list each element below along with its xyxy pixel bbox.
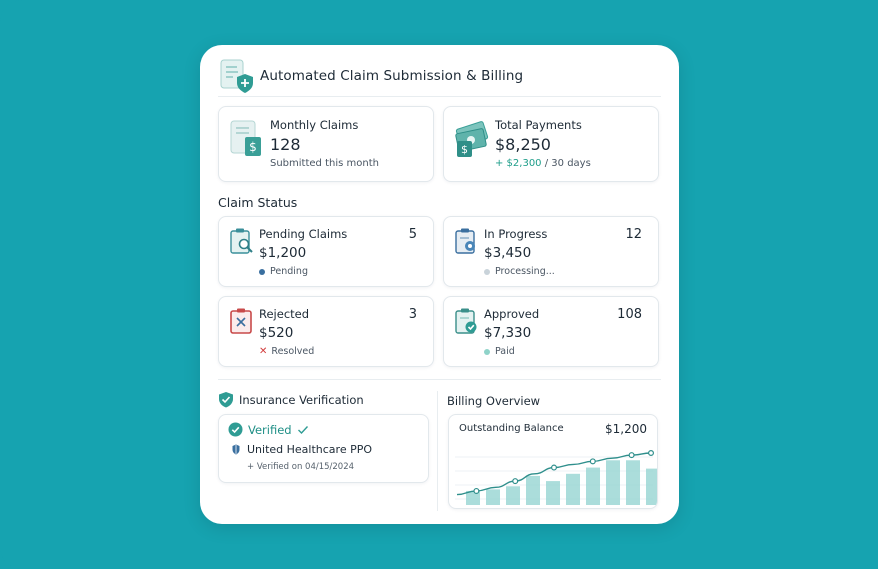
insurance-verification-title: Insurance Verification (218, 391, 364, 408)
status-count: 108 (617, 307, 642, 322)
chart-bar (486, 489, 500, 505)
billing-chart (455, 449, 657, 505)
clipboard-x-icon (230, 308, 252, 334)
document-dollar-icon: $ (230, 120, 261, 156)
page-title: Automated Claim Submission & Billing (260, 67, 524, 84)
approved-card[interactable]: Approved 108 $7,330 Paid (443, 296, 659, 367)
shield-icon (232, 444, 240, 455)
status-amount: $7,330 (484, 325, 532, 341)
plan-name: United Healthcare PPO (247, 443, 373, 456)
billing-overview-title: Billing Overview (447, 394, 541, 408)
chart-bar (626, 460, 640, 505)
status-dot (484, 348, 490, 355)
status-badge: Pending (259, 266, 308, 277)
metric-value: $8,250 (495, 135, 551, 154)
payment-increase: + $2,300 (495, 158, 542, 169)
status-amount: $520 (259, 325, 294, 341)
insurance-plan: United Healthcare PPO (232, 443, 372, 456)
chart-bar (546, 481, 560, 505)
chart-bar (506, 486, 520, 505)
card-header: Automated Claim Submission & Billing (218, 55, 661, 97)
metric-label: Monthly Claims (270, 118, 359, 132)
chart-point (589, 458, 596, 465)
status-badge: Paid (484, 346, 515, 357)
status-text: Resolved (271, 346, 315, 357)
status-label: Approved (484, 307, 540, 321)
claim-status-title: Claim Status (218, 195, 298, 210)
chart-point (550, 464, 557, 471)
total-payments-card[interactable]: $ Total Payments $8,250 + $2,300 / 30 da… (443, 106, 659, 182)
status-amount: $1,200 (259, 245, 307, 261)
status-label: Pending Claims (259, 227, 348, 241)
chart-bar (526, 475, 540, 505)
chart-bar (566, 473, 580, 505)
chart-point (473, 487, 480, 494)
clipboard-check-icon (455, 308, 477, 334)
status-dot (484, 268, 490, 275)
svg-text:$: $ (249, 140, 257, 154)
pending-claims-card[interactable]: Pending Claims 5 $1,200 Pending (218, 216, 434, 287)
status-dot (259, 268, 265, 275)
outstanding-balance-label: Outstanding Balance (459, 423, 564, 434)
status-text: Processing... (495, 266, 555, 277)
in-progress-card[interactable]: In Progress 12 $3,450 Processing... (443, 216, 659, 287)
status-badge: ✕ Resolved (259, 346, 314, 357)
status-badge: Processing... (484, 266, 555, 277)
outstanding-balance-value: $1,200 (605, 422, 647, 436)
status-count: 3 (408, 307, 417, 322)
billing-overview-box[interactable]: Outstanding Balance $1,200 (448, 414, 658, 509)
status-label: In Progress (484, 227, 548, 241)
chart-point (648, 449, 655, 457)
insurance-title-text: Insurance Verification (239, 392, 364, 407)
verified-label: Verified (248, 422, 292, 437)
chart-point (512, 478, 519, 485)
chart-bar (586, 467, 600, 505)
metric-value: 128 (270, 135, 301, 154)
chart-point (628, 452, 635, 459)
status-count: 12 (625, 227, 642, 242)
metric-label: Total Payments (495, 118, 582, 132)
money-bill-icon: $ (455, 121, 489, 157)
clipboard-search-icon (230, 228, 253, 254)
clipboard-gear-icon (455, 228, 475, 254)
svg-text:$: $ (461, 143, 468, 156)
chart-bar (606, 460, 620, 505)
metric-subtext: Submitted this month (270, 158, 379, 169)
rejected-card[interactable]: Rejected 3 $520 ✕ Resolved (218, 296, 434, 367)
status-label: Rejected (259, 307, 310, 321)
monthly-claims-card[interactable]: $ Monthly Claims 128 Submitted this mont… (218, 106, 434, 182)
status-amount: $3,450 (484, 245, 532, 261)
status-text: Paid (495, 346, 515, 357)
check-circle-icon (228, 422, 243, 437)
verified-status: Verified (228, 422, 314, 437)
chart-bar (646, 468, 657, 505)
document-shield-icon (220, 59, 253, 93)
status-count: 5 (408, 227, 417, 242)
payment-period: / 30 days (541, 158, 591, 169)
x-mark-icon: ✕ (259, 346, 268, 357)
dashboard-card: Automated Claim Submission & Billing $ M… (200, 45, 679, 524)
status-text: Pending (270, 266, 308, 277)
shield-check-icon (219, 392, 233, 408)
column-divider (437, 391, 438, 511)
verified-date: + Verified on 04/15/2024 (247, 462, 355, 472)
metric-subtext: + $2,300 / 30 days (495, 158, 591, 169)
section-divider (218, 379, 661, 380)
check-icon (297, 425, 308, 434)
insurance-verification-box[interactable]: Verified United Healthcare PPO + Verifie… (218, 414, 429, 483)
